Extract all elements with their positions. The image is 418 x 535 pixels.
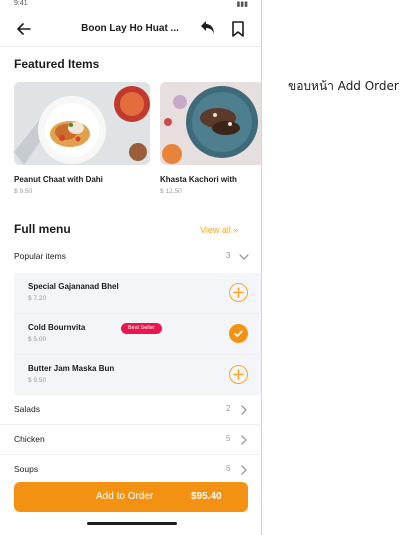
featured-item-price: $ 12.50 [160,188,182,195]
featured-item-name: Peanut Chaat with Dahi [14,175,103,184]
share-icon[interactable] [198,19,218,39]
menu-item-row[interactable]: Special Gajananad Bhel $ 7.20 [14,273,261,313]
add-item-button[interactable] [229,365,248,384]
status-bar: 9:41 ▮▮▮ [0,0,261,10]
category-count: 5 [226,434,231,443]
row-divider [0,454,261,455]
menu-item-row[interactable]: Cold Bournvita Best Seller $ 5.00 [14,314,261,354]
featured-card[interactable]: Khasta Kachori with $ 12.50 [160,82,261,195]
annotation-text: ขอบหน้า Add Order [288,79,399,93]
featured-image [14,82,150,165]
menu-item-name: Cold Bournvita [28,323,86,332]
category-label: Chicken [14,434,45,444]
screen: 9:41 ▮▮▮ Boon Lay Ho Huat ... Featured I… [0,0,418,535]
status-icons: ▮▮▮ [236,1,248,8]
add-item-button[interactable] [229,283,248,302]
chevron-down-icon [238,250,250,262]
featured-item-name: Khasta Kachori with [160,175,237,184]
menu-item-name: Special Gajananad Bhel [28,282,119,291]
best-seller-badge: Best Seller [121,323,162,334]
category-count: 2 [226,404,231,413]
menu-item-name: Butter Jam Maska Bun [28,364,115,373]
item-added-check-button[interactable] [229,324,248,343]
featured-image [160,82,261,165]
category-row-popular[interactable]: Popular items 3 [0,244,261,270]
row-divider [0,424,261,425]
bookmark-icon[interactable] [228,19,248,39]
category-label: Popular items [14,251,66,261]
menu-item-price: $ 7.20 [28,295,47,302]
featured-carousel[interactable]: Peanut Chaat with Dahi $ 9.50 Khasta Kac… [0,82,261,202]
full-menu-heading: Full menu [14,222,71,236]
add-to-order-button[interactable]: Add to Order $95.40 [14,482,248,512]
category-count: 3 [226,251,231,260]
category-row-chicken[interactable]: Chicken 5 [0,427,261,453]
category-count: 6 [226,464,231,473]
add-to-order-label: Add to Order [96,491,154,502]
top-nav: Boon Lay Ho Huat ... [0,14,261,44]
featured-card[interactable]: Peanut Chaat with Dahi $ 9.50 [14,82,150,195]
category-row-salads[interactable]: Salads 2 [0,397,261,423]
menu-item-price: $ 5.00 [28,336,47,343]
category-row-soups[interactable]: Soups 6 [0,457,261,483]
page-title: Boon Lay Ho Huat ... [81,23,179,34]
featured-item-price: $ 9.50 [14,188,33,195]
chevron-right-icon [238,433,250,445]
order-total: $95.40 [191,491,222,502]
header-divider [0,46,261,47]
view-all-link[interactable]: View all » [200,225,238,235]
category-label: Soups [14,464,39,474]
menu-item-price: $ 9.50 [28,377,47,384]
back-arrow-icon[interactable] [14,19,34,39]
featured-heading: Featured Items [14,57,100,71]
menu-item-row[interactable]: Butter Jam Maska Bun $ 9.50 [14,355,261,395]
chevron-right-icon [238,463,250,475]
chevron-right-icon [238,403,250,415]
category-label: Salads [14,404,40,414]
phone-screen: 9:41 ▮▮▮ Boon Lay Ho Huat ... Featured I… [0,0,262,535]
status-time: 9:41 [14,0,28,7]
home-indicator [87,522,177,525]
